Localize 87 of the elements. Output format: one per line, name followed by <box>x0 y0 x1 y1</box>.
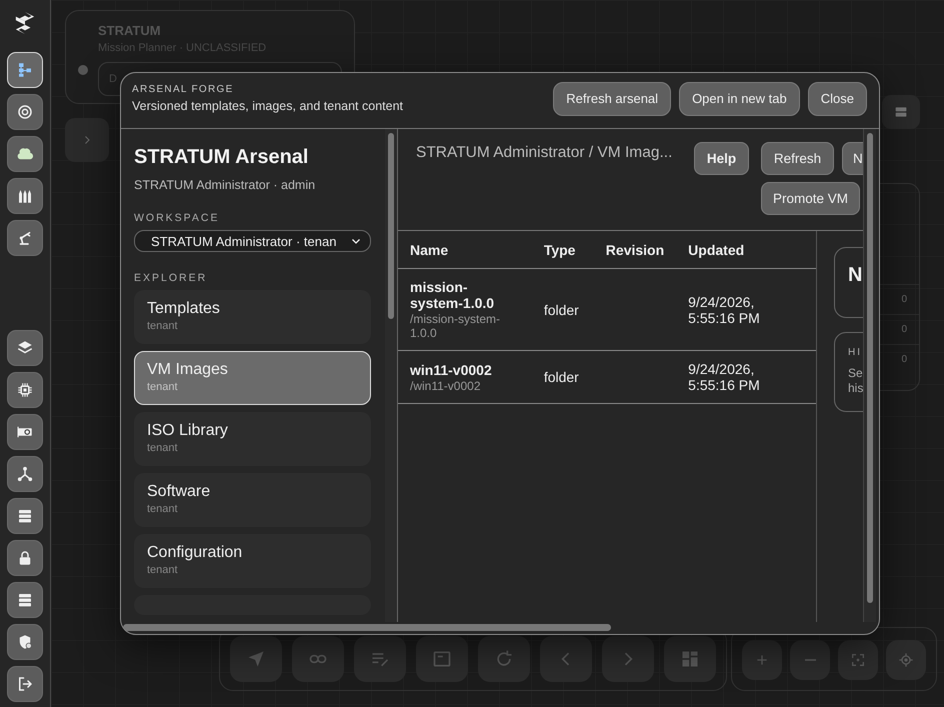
table-cell: 9/24/2026, 5:55:16 PM <box>688 294 760 326</box>
breadcrumb: STRATUM Administrator / VM Imag... <box>416 143 674 163</box>
crosshair-icon <box>898 652 914 668</box>
chip-icon <box>16 381 34 399</box>
item-label: VM Images <box>147 361 229 379</box>
item-name[interactable]: mission-system-1.0.0 <box>410 279 520 311</box>
server-icon <box>16 591 34 609</box>
dialog-subtitle: Versioned templates, images, and tenant content <box>132 99 404 113</box>
panel-toggle-button[interactable] <box>882 95 920 129</box>
card-text: Se <box>848 366 863 381</box>
header-button[interactable]: Open in new tab <box>679 82 800 116</box>
workspace-select[interactable]: STRATUM Administrator · tenan <box>134 230 371 252</box>
item-path: /mission-system-1.0.0 <box>410 312 502 340</box>
rail-button[interactable] <box>7 456 43 492</box>
item-label: Software <box>147 483 212 501</box>
target-icon <box>16 103 34 121</box>
table-cell: folder <box>544 369 579 385</box>
status-dot <box>78 65 88 75</box>
column-header[interactable]: Revision <box>594 231 676 268</box>
dialog-eyebrow: ARSENAL FORGE <box>132 84 235 95</box>
rail-button[interactable] <box>7 178 43 214</box>
header-button[interactable]: Refresh arsenal <box>553 82 672 116</box>
rail-button[interactable] <box>7 220 43 256</box>
card-title: N <box>848 264 862 286</box>
tool-button[interactable] <box>230 636 282 682</box>
toolbar-button[interactable]: Help <box>694 142 749 175</box>
tool-button[interactable] <box>292 636 344 682</box>
rail-button[interactable] <box>7 136 43 172</box>
rail-button[interactable] <box>7 498 43 534</box>
scrollbar-thumb[interactable] <box>388 133 394 319</box>
explorer-item[interactable]: ISO Library tenant <box>134 412 371 466</box>
section-label: EXPLORER <box>134 272 208 284</box>
column-header[interactable]: Updated <box>676 231 816 268</box>
explorer-item[interactable]: Software tenant <box>134 473 371 527</box>
tool-button[interactable] <box>478 636 530 682</box>
section-label: WORKSPACE <box>134 212 220 224</box>
card-text: his <box>848 381 863 396</box>
item-label: Templates <box>147 300 221 318</box>
explorer-item[interactable]: Configuration tenant <box>134 534 371 588</box>
item-scope: tenant <box>147 564 179 576</box>
table-cell: 9/24/2026, 5:55:16 PM <box>688 361 760 393</box>
tool-button[interactable] <box>354 636 406 682</box>
rail-button[interactable] <box>7 624 43 660</box>
hierarchy-icon <box>16 61 34 79</box>
dashboard-icon <box>680 649 700 669</box>
item-path: /win11-v0002 <box>410 378 482 392</box>
table-cell: folder <box>544 302 579 318</box>
card-label: HI <box>848 347 863 358</box>
rail-button[interactable] <box>7 414 43 450</box>
logout-icon <box>16 675 34 693</box>
user-label: STRATUM Administrator · admin <box>134 178 316 192</box>
scrollbar-thumb[interactable] <box>867 133 873 603</box>
item-label: ISO Library <box>147 422 229 440</box>
item-label: Configuration <box>147 544 244 562</box>
tool-button[interactable] <box>664 636 716 682</box>
toolbar-button[interactable]: N <box>842 142 863 175</box>
toolbar-button[interactable]: Promote VM <box>761 182 860 215</box>
rail-button[interactable] <box>7 666 43 702</box>
window-icon <box>432 649 452 669</box>
rail-button[interactable] <box>7 94 43 130</box>
column-header[interactable]: Type <box>532 231 594 268</box>
zoom-button[interactable] <box>886 640 926 680</box>
item-name[interactable]: win11-v0002 <box>410 362 520 378</box>
tool-button[interactable] <box>416 636 468 682</box>
server-icon <box>16 507 34 525</box>
navigation-arrow-icon <box>246 649 266 669</box>
scrollbar-thumb[interactable] <box>123 624 611 631</box>
logo-icon <box>14 11 36 35</box>
scrollbar[interactable] <box>385 129 398 622</box>
toolbar-button[interactable]: Refresh <box>761 142 834 175</box>
column-header[interactable]: Name <box>398 231 532 268</box>
explorer-item[interactable]: Templates tenant <box>134 290 371 344</box>
item-scope: tenant <box>147 503 179 515</box>
explorer-item[interactable]: VM Images tenant <box>134 351 371 405</box>
rail-button[interactable] <box>7 540 43 576</box>
zoom-button[interactable] <box>838 640 878 680</box>
sidebar-title: STRATUM Arsenal <box>134 146 310 169</box>
header-button[interactable]: Close <box>808 82 867 116</box>
rail-button[interactable] <box>7 372 43 408</box>
item-scope: tenant <box>147 442 179 454</box>
item-scope: tenant <box>147 320 179 332</box>
scrollbar[interactable] <box>863 129 876 622</box>
focus-frame-icon <box>850 652 866 668</box>
rail-button[interactable] <box>7 330 43 366</box>
network-icon <box>16 465 34 483</box>
rail-button[interactable] <box>7 582 43 618</box>
item-scope: tenant <box>147 381 179 393</box>
